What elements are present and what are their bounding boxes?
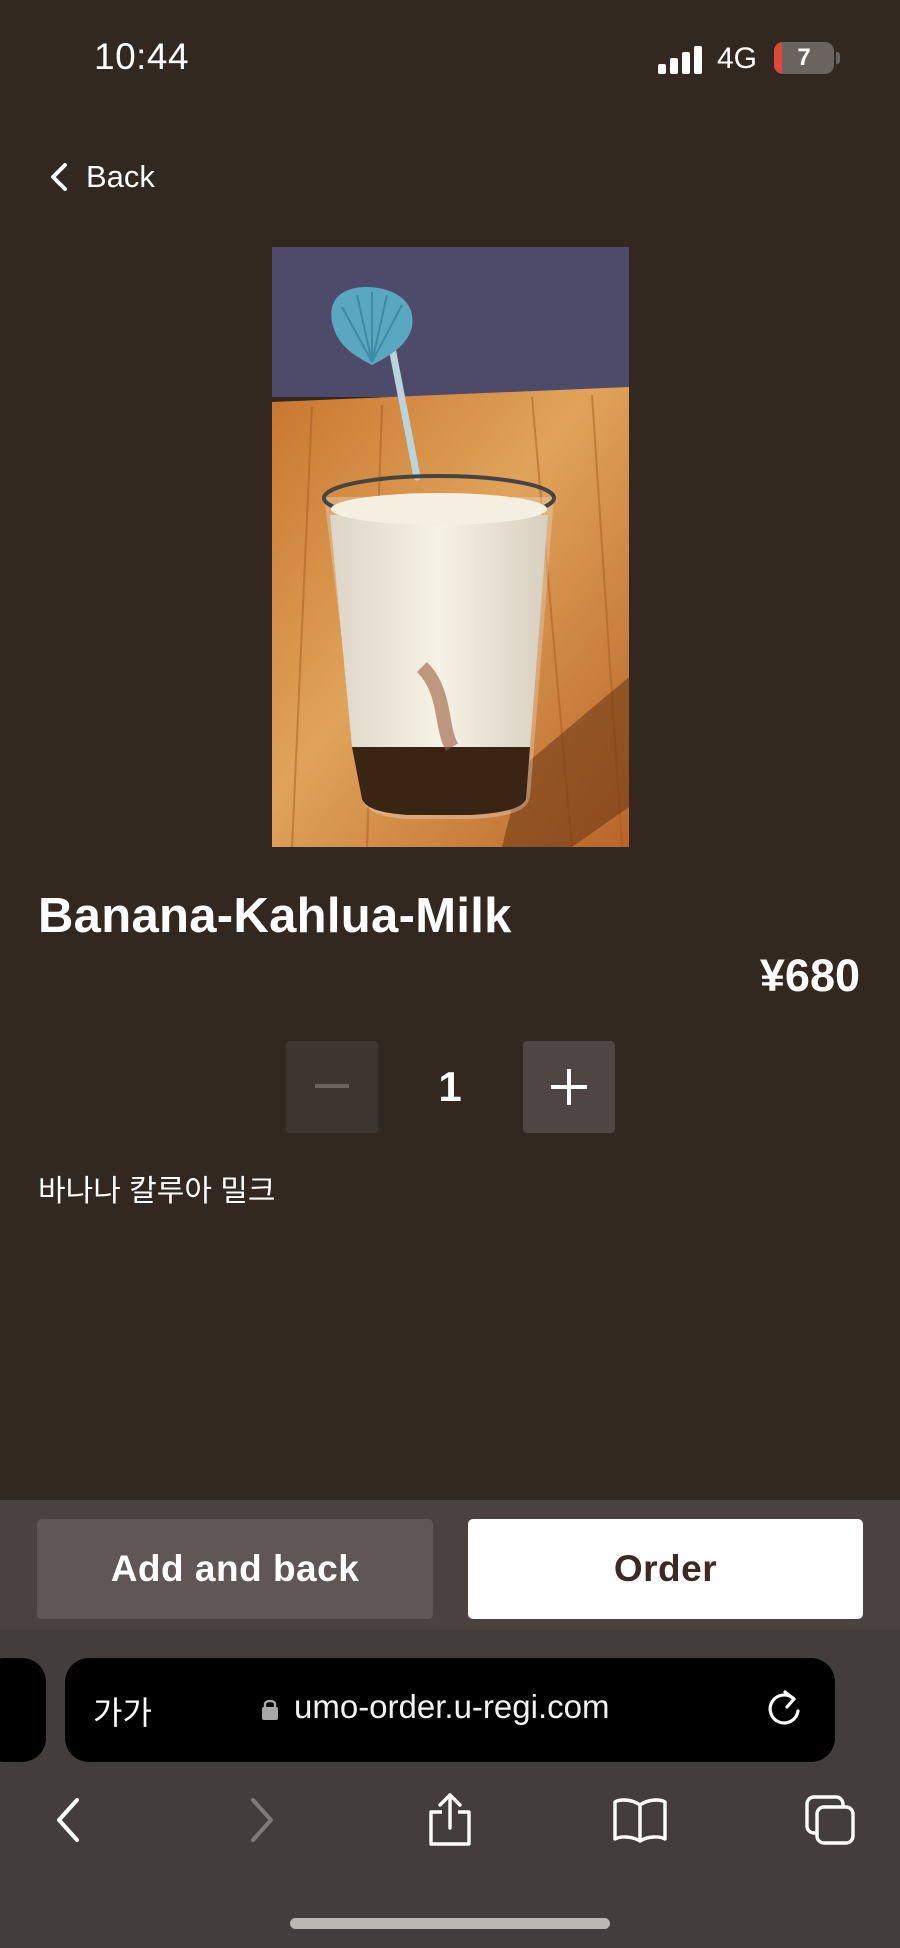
share-icon: [429, 1793, 471, 1846]
url-text: umo-order.u-regi.com: [294, 1688, 610, 1725]
network-type: 4G: [717, 42, 758, 75]
browser-forward-button[interactable]: [232, 1790, 292, 1850]
minus-icon: [315, 1084, 349, 1088]
previous-tab-preview[interactable]: [0, 1658, 46, 1762]
product-price: ¥680: [759, 950, 860, 1001]
order-button[interactable]: Order: [468, 1519, 863, 1619]
add-and-back-button[interactable]: Add and back: [37, 1519, 433, 1619]
product-image: [272, 247, 629, 847]
signal-icon: [658, 46, 704, 74]
home-indicator: [290, 1918, 610, 1929]
product-name: Banana-Kahlua-Milk: [38, 889, 512, 943]
book-icon: [613, 1798, 667, 1843]
browser-back-button[interactable]: [38, 1790, 98, 1850]
battery-icon: 7: [774, 42, 834, 74]
text-size-button[interactable]: 가가: [93, 1688, 152, 1734]
battery-level: 7: [797, 44, 811, 71]
quantity-value: 1: [438, 1063, 462, 1110]
lock-icon: [262, 1699, 278, 1720]
battery-tip: [836, 52, 840, 64]
increase-quantity-button[interactable]: [523, 1041, 615, 1133]
chevron-left-icon: [57, 1798, 79, 1842]
plus-icon: [551, 1069, 587, 1105]
reload-icon[interactable]: [763, 1687, 805, 1731]
status-time: 10:44: [94, 36, 190, 77]
share-button[interactable]: [420, 1790, 480, 1850]
chevron-right-icon: [251, 1798, 273, 1842]
back-button[interactable]: Back: [48, 152, 155, 202]
decrease-quantity-button[interactable]: [286, 1041, 378, 1133]
back-label: Back: [86, 159, 155, 194]
product-description: 바나나 칼루아 밀크: [38, 1175, 276, 1208]
bookmarks-button[interactable]: [610, 1790, 670, 1850]
chevron-left-icon: [51, 163, 67, 191]
tabs-icon: [805, 1795, 855, 1845]
tabs-button[interactable]: [800, 1790, 860, 1850]
